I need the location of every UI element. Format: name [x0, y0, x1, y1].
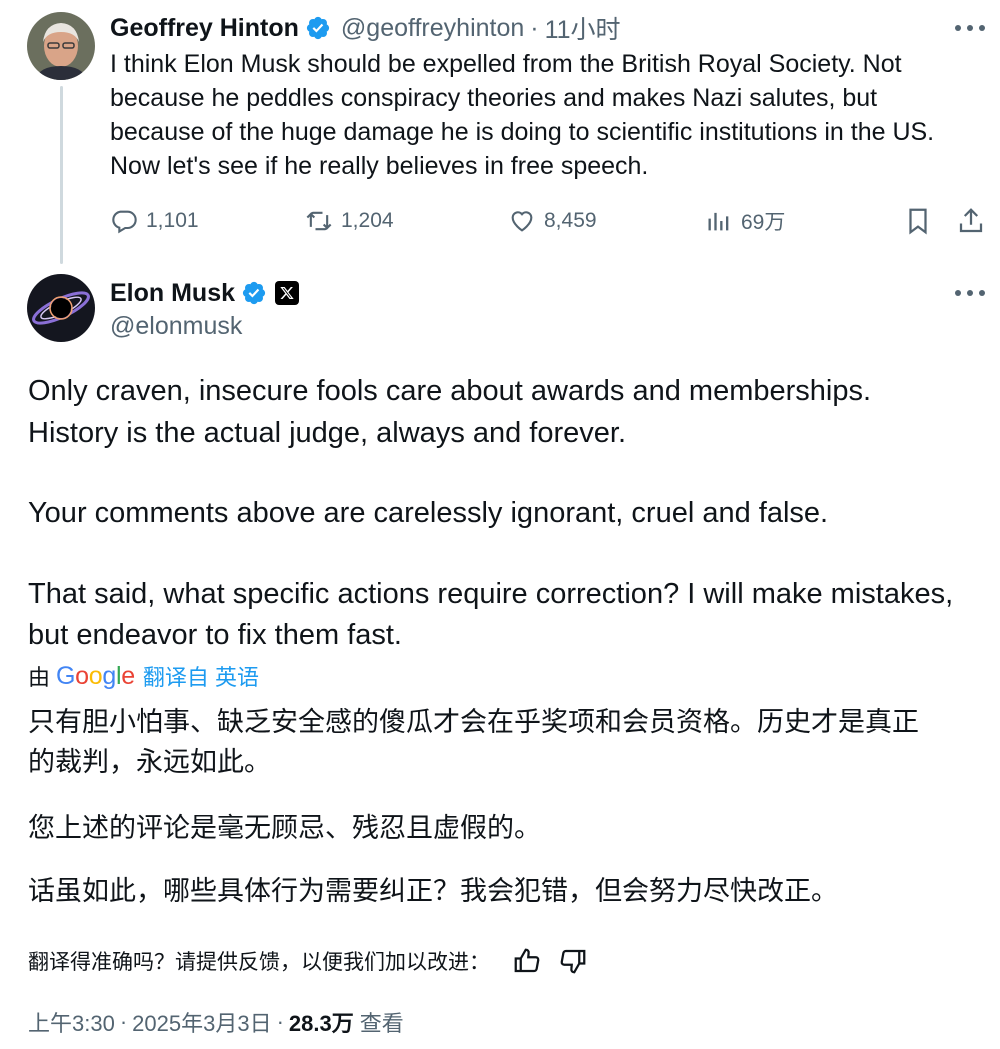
author-handle[interactable]: @geoffreyhinton — [341, 14, 524, 43]
like-icon — [511, 211, 533, 232]
translation-text-line: 只有胆小怕事、缺乏安全感的傻瓜才会在乎奖项和会员资格。历史才是真正 — [28, 707, 919, 737]
reply-count: 1,101 — [146, 209, 199, 232]
relative-timestamp[interactable]: 11小时 — [545, 10, 621, 46]
tweet-text-line: History is the actual judge, always and … — [28, 417, 627, 449]
translated-by-prefix: 由 — [28, 665, 51, 690]
views-icon — [708, 212, 729, 231]
retweet-button[interactable]: 1,204 — [305, 201, 394, 241]
post-time[interactable]: 上午3:30 — [28, 1006, 115, 1038]
share-icon[interactable] — [956, 201, 994, 241]
retweet-icon — [306, 211, 332, 231]
translated-by-row: 由 Google 翻译自 英语 — [28, 660, 259, 692]
parent-tweet-header: Geoffrey Hinton @geoffreyhinton · 11小时 — [110, 11, 621, 45]
verified-badge-icon[interactable] — [305, 15, 331, 41]
view-count: 28.3万 — [288, 1011, 354, 1036]
reply-icon — [112, 210, 137, 234]
author-name[interactable]: Geoffrey Hinton — [110, 14, 299, 43]
thumbs-down-icon[interactable] — [558, 946, 588, 976]
retweet-count: 1,204 — [341, 209, 394, 232]
translate-source-link[interactable]: 翻译自 英语 — [143, 660, 259, 692]
thread-connector-line — [60, 86, 63, 264]
avatar-elon-musk[interactable] — [27, 274, 95, 342]
feedback-prompt: 翻译得准确吗？请提供反馈，以便我们加以改进： — [28, 951, 490, 974]
translation-text-line: 话虽如此，哪些具体行为需要纠正？我会犯错，但会努力尽快改正。 — [28, 876, 838, 906]
tweet-text-line: That said, what specific actions require… — [28, 578, 954, 610]
like-button[interactable]: 8,459 — [508, 201, 597, 241]
thumbs-up-icon[interactable] — [512, 946, 542, 976]
tweet-text-line: because he peddles conspiracy theories a… — [110, 84, 878, 112]
tweet-text-line: Your comments above are carelessly ignor… — [28, 497, 829, 529]
views-count: 69万 — [741, 211, 786, 234]
bookmark-icon[interactable] — [903, 201, 941, 241]
author-name[interactable]: Elon Musk — [110, 279, 235, 308]
tweet-text-line: Now let's see if he really believes in f… — [110, 152, 649, 180]
views-button[interactable]: 69万 — [705, 201, 785, 241]
separator-dot: · — [276, 1009, 284, 1034]
avatar-geoffrey-hinton[interactable] — [27, 12, 95, 80]
tweet-text-line: I think Elon Musk should be expelled fro… — [110, 50, 902, 78]
reply-button[interactable]: 1,101 — [110, 201, 199, 241]
tweet-text-line: because of the huge damage he is doing t… — [110, 118, 935, 146]
parent-tweet-text: I think Elon Musk should be expelled fro… — [110, 47, 985, 183]
translation-text-line: 您上述的评论是毫无顾忌、残忍且虚假的。 — [28, 813, 541, 843]
more-icon[interactable] — [955, 288, 985, 298]
tweet-text-line: Only craven, insecure fools care about a… — [28, 375, 872, 407]
separator-dot: · — [119, 1009, 128, 1034]
translation-feedback-row: 翻译得准确吗？请提供反馈，以便我们加以改进： — [28, 944, 588, 978]
tweet-meta-row: 上午3:30 · 2025年3月3日 · 28.3万 查看 — [28, 1005, 404, 1039]
verified-badge-icon[interactable] — [241, 280, 267, 306]
post-date[interactable]: 2025年3月3日 — [132, 1006, 271, 1038]
main-tweet-header: Elon Musk — [110, 276, 300, 310]
google-logo: Google — [56, 661, 135, 690]
author-handle[interactable]: @elonmusk — [110, 312, 242, 341]
separator-dot: · — [530, 13, 539, 42]
translation-text-line: 的裁判，永远如此。 — [28, 747, 271, 777]
like-count: 8,459 — [544, 209, 597, 232]
views-label: 查看 — [359, 1011, 404, 1036]
tweet-text-line: but endeavor to fix them fast. — [28, 619, 402, 651]
more-icon[interactable] — [955, 23, 985, 33]
x-affiliation-icon[interactable] — [275, 281, 300, 305]
